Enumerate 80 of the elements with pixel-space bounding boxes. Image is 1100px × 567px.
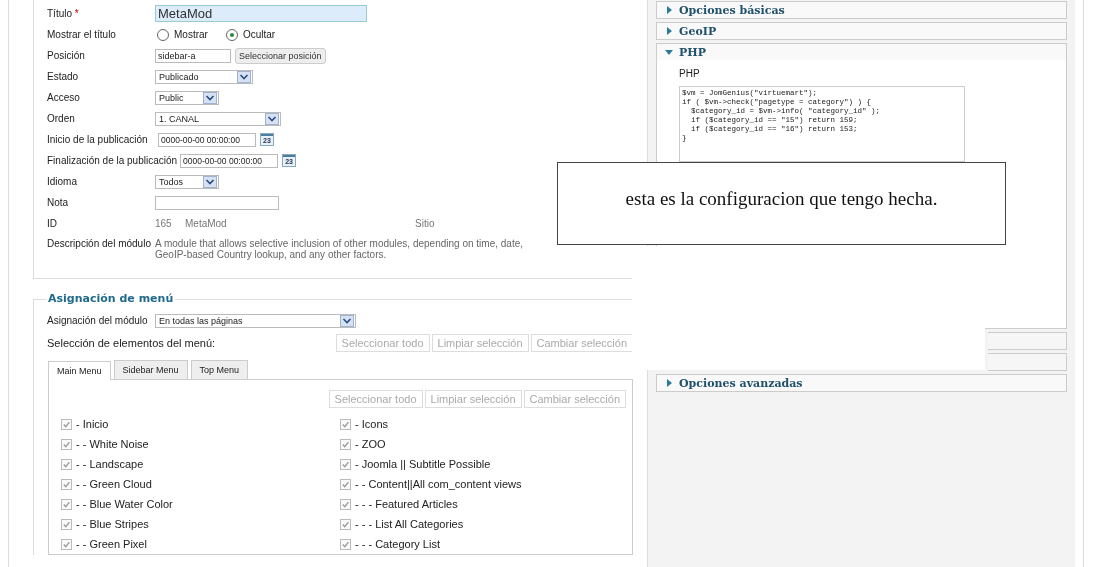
caret-right-icon bbox=[665, 24, 673, 38]
required-mark: * bbox=[74, 8, 79, 19]
date-field[interactable]: 0000-00-00 00:00:00 bbox=[158, 132, 256, 147]
field-label: ID bbox=[47, 218, 58, 229]
menu-item-label: - Joomla || Subtitle Possible bbox=[355, 458, 491, 470]
info-text: Sitio bbox=[415, 218, 435, 229]
select-position-button[interactable]: Seleccionar posición bbox=[235, 47, 326, 64]
checkbox[interactable] bbox=[340, 458, 351, 470]
note-field[interactable] bbox=[155, 195, 279, 210]
menu-item-label: - Icons bbox=[355, 418, 388, 430]
dropdown-caret-icon bbox=[203, 91, 217, 104]
field-label: Inicio de la publicación bbox=[47, 134, 149, 145]
menu-tab[interactable]: Sidebar Menu bbox=[113, 360, 188, 379]
date-field[interactable]: 0000-00-00 00:00:00 bbox=[180, 153, 279, 168]
dropdown[interactable]: Publicado bbox=[155, 69, 253, 84]
menu-item-label: - - Content||All com_content views bbox=[355, 478, 522, 490]
menu-item-label: - - - Category List bbox=[355, 538, 440, 550]
checkbox[interactable] bbox=[61, 478, 72, 490]
title-field[interactable]: MetaMod bbox=[155, 5, 367, 22]
menu-item-label: - - Green Cloud bbox=[76, 478, 152, 490]
checkbox[interactable] bbox=[340, 498, 351, 510]
field-label: Nota bbox=[47, 197, 70, 208]
menu-item-label: - - White Noise bbox=[76, 438, 149, 450]
dropdown-caret-icon bbox=[340, 314, 354, 327]
checkbox[interactable] bbox=[61, 438, 72, 450]
caret-right-icon bbox=[665, 376, 673, 390]
menu-tab[interactable]: Main Menu bbox=[48, 361, 111, 380]
menu-item-label: - - Blue Stripes bbox=[76, 518, 149, 530]
dropdown[interactable]: Public bbox=[155, 90, 219, 105]
radio-button[interactable] bbox=[225, 28, 238, 41]
field-label: Acceso bbox=[47, 92, 81, 103]
dropdown-caret-icon bbox=[237, 70, 251, 83]
radio-label[interactable]: Ocultar bbox=[242, 29, 276, 40]
dropdown-caret-icon bbox=[203, 175, 217, 188]
dropdown[interactable]: 1. CANAL bbox=[155, 111, 281, 126]
field-label: Posición bbox=[47, 50, 86, 61]
menu-tab[interactable]: Top Menu bbox=[190, 360, 249, 379]
checkbox[interactable] bbox=[61, 498, 72, 510]
field-label: Idioma bbox=[47, 176, 78, 187]
menu-item-label: - ZOO bbox=[355, 438, 386, 450]
description-text: A module that allows selective inclusion of other modules, depending on time, date, GeoIP-based Country lookup, and any other factors. bbox=[155, 237, 524, 260]
checkbox[interactable] bbox=[340, 538, 351, 550]
info-text: MetaMod bbox=[185, 218, 228, 229]
checkbox[interactable] bbox=[340, 438, 351, 450]
checkbox[interactable] bbox=[340, 478, 351, 490]
menu-item-label: - - - List All Categories bbox=[355, 518, 464, 530]
checkbox[interactable] bbox=[61, 518, 72, 530]
info-text: 165 bbox=[155, 218, 173, 229]
menu-item-label: - - Landscape bbox=[76, 458, 144, 470]
checkbox[interactable] bbox=[61, 458, 72, 470]
annotation-text: esta es la configuracion que tengo hecha. bbox=[625, 188, 938, 210]
checkbox[interactable] bbox=[340, 518, 351, 530]
dropdown[interactable]: Todos bbox=[155, 174, 219, 189]
field-label: Descripción del módulo bbox=[47, 237, 152, 249]
field-label: Finalización de la publicación bbox=[47, 155, 178, 166]
panel-header[interactable]: GeoIP bbox=[657, 23, 1066, 39]
radio-button[interactable] bbox=[157, 28, 169, 41]
menu-item-label: - - Blue Water Color bbox=[76, 498, 173, 510]
checkbox[interactable] bbox=[61, 418, 72, 430]
section-legend: Asignación de menú bbox=[46, 292, 176, 305]
dropdown-caret-icon bbox=[265, 112, 279, 125]
dropdown[interactable]: En todas las páginas bbox=[155, 313, 356, 328]
menu-item-label: - - - Featured Articles bbox=[355, 498, 458, 510]
position-field[interactable]: sidebar-a bbox=[155, 48, 231, 63]
caret-right-icon bbox=[665, 3, 673, 17]
panel-header[interactable]: PHP bbox=[657, 44, 1066, 60]
field-label: Mostrar el título bbox=[47, 29, 117, 40]
field-label: Orden bbox=[47, 113, 76, 124]
panel-header[interactable]: Opciones básicas bbox=[657, 2, 1066, 18]
panel-header[interactable]: Opciones avanzadas bbox=[657, 375, 1066, 391]
radio-label[interactable]: Mostrar bbox=[174, 29, 208, 40]
menu-item-label: - - Green Pixel bbox=[76, 538, 147, 550]
menu-item-label: - Inicio bbox=[76, 418, 109, 430]
checkbox[interactable] bbox=[61, 538, 72, 550]
field-label: Asignación del módulo bbox=[47, 315, 149, 326]
field-label: Título bbox=[47, 8, 72, 19]
field-label: Estado bbox=[47, 71, 80, 82]
field-label: Selección de elementos del menú: bbox=[47, 337, 216, 349]
checkbox[interactable] bbox=[340, 418, 351, 430]
field-label: PHP bbox=[679, 68, 701, 79]
